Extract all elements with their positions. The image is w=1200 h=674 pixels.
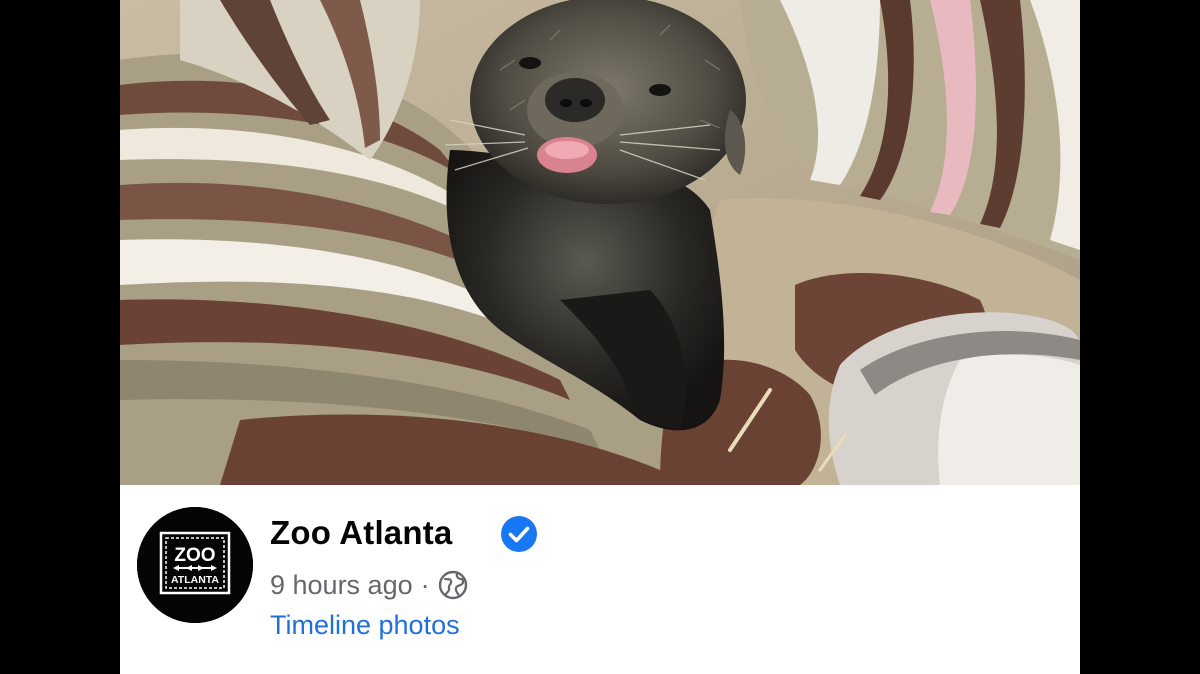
post-header: ZOO ATLANTA Zoo Atlanta 9 hours ago · Ti… — [120, 485, 1080, 674]
page-avatar[interactable]: ZOO ATLANTA — [137, 507, 253, 623]
timeline-photos-link[interactable]: Timeline photos — [270, 608, 460, 642]
zoo-atlanta-logo: ZOO ATLANTA — [137, 507, 253, 623]
post-photo[interactable] — [120, 0, 1080, 485]
logo-text-top: ZOO — [174, 545, 215, 566]
globe-icon[interactable] — [438, 570, 468, 600]
verified-badge-icon — [501, 516, 537, 552]
post-meta: 9 hours ago · — [270, 567, 468, 603]
baby-binturong-photo — [120, 0, 1080, 485]
logo-text-bottom: ATLANTA — [171, 574, 219, 586]
page-name[interactable]: Zoo Atlanta — [270, 513, 452, 553]
facebook-post: ZOO ATLANTA Zoo Atlanta 9 hours ago · Ti… — [120, 0, 1080, 674]
meta-separator: · — [420, 569, 430, 600]
post-timestamp[interactable]: 9 hours ago — [270, 570, 413, 601]
